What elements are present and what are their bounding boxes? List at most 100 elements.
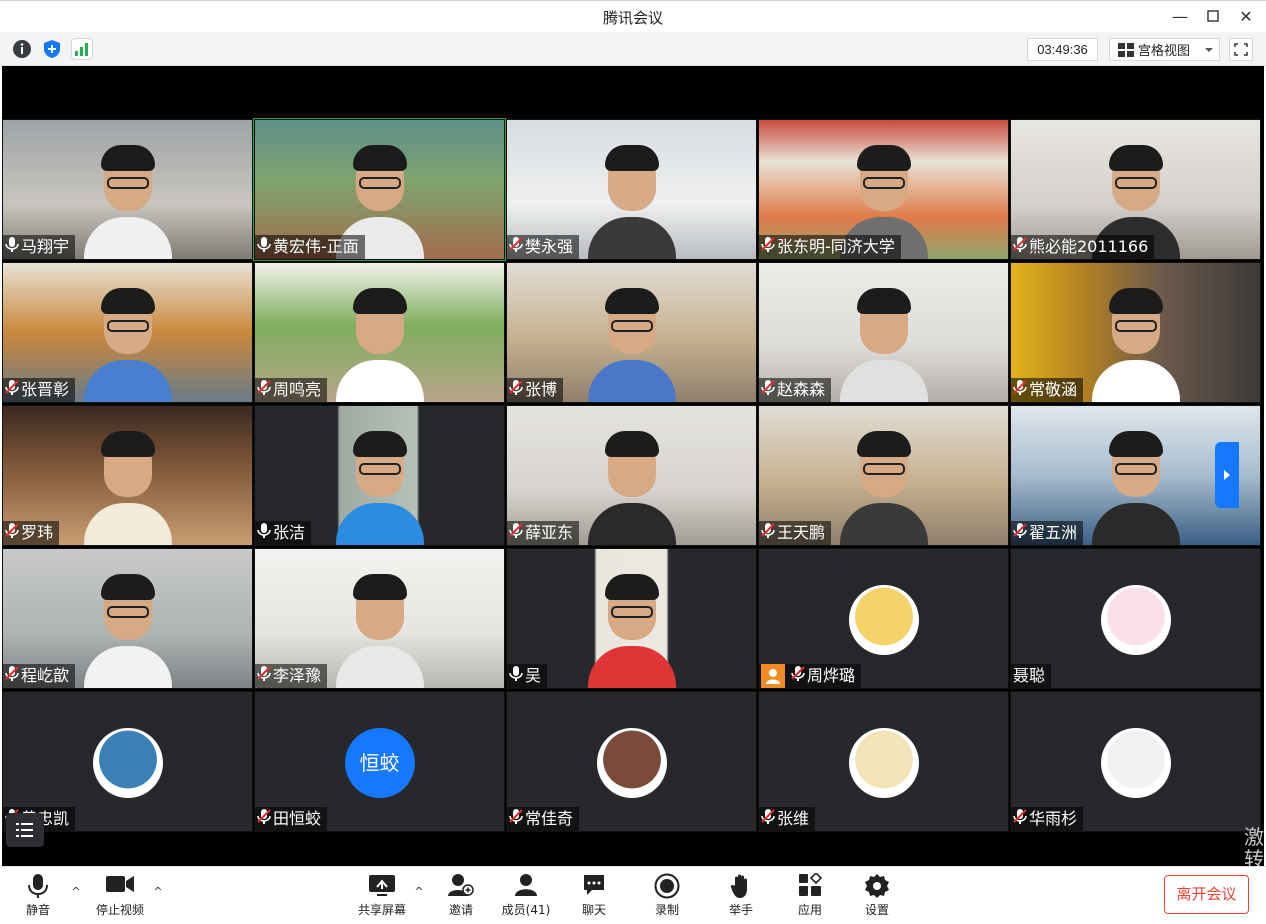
participant-name: 周鸣亮 (273, 380, 322, 399)
participant-tile[interactable]: 马翔宇 (2, 119, 253, 260)
avatar (596, 728, 667, 798)
participant-tile[interactable]: 华雨杉 (1010, 691, 1261, 832)
muted-microphone-icon (509, 807, 523, 831)
share-screen-label: 共享屏幕 (357, 903, 406, 917)
video-options-caret[interactable]: ^ (152, 885, 164, 898)
stop-video-label: 停止视频 (95, 903, 144, 917)
avatar (848, 728, 919, 798)
participant-tile[interactable]: 王天鹏 (758, 405, 1009, 546)
hand-icon (730, 874, 747, 898)
muted-microphone-icon (1013, 235, 1027, 259)
participant-video (80, 139, 176, 259)
network-quality-button[interactable] (71, 38, 93, 60)
participant-tile[interactable]: 周鸣亮 (254, 262, 505, 403)
meeting-info-bar: 03:49:36 宫格视图 (0, 32, 1266, 66)
muted-microphone-icon (761, 807, 775, 831)
microphone-icon (257, 235, 271, 259)
share-screen-button[interactable]: 共享屏幕 (350, 869, 414, 921)
muted-microphone-icon (1013, 521, 1027, 545)
view-mode-dropdown[interactable]: 宫格视图 (1109, 38, 1220, 61)
audio-options-caret[interactable]: ^ (70, 885, 82, 898)
participant-video (584, 568, 680, 688)
participant-name-tag: 周烨璐 (759, 664, 862, 688)
muted-microphone-icon (509, 235, 523, 259)
participant-tile[interactable]: 熊必能2011166 (1010, 119, 1261, 260)
participant-video (1088, 425, 1184, 545)
meeting-info-button[interactable] (11, 38, 33, 60)
participant-name-tag: 程屹歆 (3, 664, 76, 688)
share-options-caret[interactable]: ^ (413, 885, 425, 898)
mute-button[interactable]: 静音 (6, 869, 70, 921)
avatar (1100, 585, 1171, 655)
participant-tile[interactable]: 张东明-同济大学 (758, 119, 1009, 260)
participant-name-tag: 张晋彰 (3, 378, 76, 402)
settings-label: 设置 (864, 903, 889, 917)
participant-list-toggle[interactable] (6, 813, 44, 847)
next-page-arrow[interactable] (1215, 442, 1239, 508)
muted-microphone-icon (761, 521, 775, 545)
participant-tile[interactable]: 周烨璐 (758, 548, 1009, 689)
participant-name: 赵森森 (777, 380, 826, 399)
participant-video (80, 568, 176, 688)
chat-button[interactable]: 聊天 (562, 869, 626, 921)
participant-tile[interactable]: 罗玮 (2, 405, 253, 546)
participant-video (836, 282, 932, 402)
chat-icon (584, 875, 604, 895)
maximize-button[interactable] (1198, 4, 1228, 30)
participant-tile[interactable]: 黄忠凯 (2, 691, 253, 832)
participant-name: 周烨璐 (807, 666, 856, 685)
participant-name-tag: 赵森森 (759, 378, 832, 402)
muted-microphone-icon (5, 521, 19, 545)
participant-tile[interactable]: 张晋彰 (2, 262, 253, 403)
participant-tile[interactable]: 恒蛟 田恒蛟 (254, 691, 505, 832)
settings-button[interactable]: 设置 (845, 869, 909, 921)
participant-name-tag: 张洁 (255, 521, 312, 545)
participant-name: 田恒蛟 (273, 809, 322, 828)
participant-tile[interactable]: 张博 (506, 262, 757, 403)
participant-tile[interactable]: 樊永强 (506, 119, 757, 260)
avatar (848, 585, 919, 655)
invite-label: 邀请 (448, 903, 473, 917)
fullscreen-button[interactable] (1229, 38, 1253, 61)
participant-tile[interactable]: 张洁 (254, 405, 505, 546)
apps-button[interactable]: 应用 (778, 869, 842, 921)
close-button[interactable]: ✕ (1231, 4, 1261, 30)
participant-name-tag: 周鸣亮 (255, 378, 328, 402)
participant-tile[interactable]: 李泽豫 (254, 548, 505, 689)
leave-meeting-button[interactable]: 离开会议 (1164, 875, 1249, 914)
participant-tile[interactable]: 常佳奇 (506, 691, 757, 832)
participant-tile[interactable]: 黄宏伟-正面 (253, 118, 506, 261)
shield-icon (44, 40, 60, 58)
participant-name-tag: 李泽豫 (255, 664, 328, 688)
participant-name-tag: 常敬涵 (1011, 378, 1084, 402)
participant-name-tag: 聂聪 (1011, 664, 1052, 688)
participant-name: 华雨杉 (1029, 809, 1078, 828)
security-button[interactable] (41, 38, 63, 60)
participant-tile[interactable]: 赵森森 (758, 262, 1009, 403)
participant-name-tag: 薛亚东 (507, 521, 580, 545)
participant-name: 常敬涵 (1029, 380, 1078, 399)
stop-video-button[interactable]: 停止视频 (88, 869, 152, 921)
participant-tile[interactable]: 吴 (506, 548, 757, 689)
chat-label: 聊天 (581, 903, 606, 917)
host-badge-icon (761, 664, 785, 688)
participant-name: 李泽豫 (273, 666, 322, 685)
raise-hand-button[interactable]: 举手 (709, 869, 773, 921)
participant-tile[interactable]: 常敬涵 (1010, 262, 1261, 403)
participant-tile[interactable]: 程屹歆 (2, 548, 253, 689)
minimize-button[interactable]: — (1165, 4, 1195, 30)
participant-name: 张博 (525, 380, 558, 399)
participant-tile[interactable]: 薛亚东 (506, 405, 757, 546)
gear-icon (865, 874, 889, 898)
members-button[interactable]: 成员(41) (494, 869, 558, 921)
muted-microphone-icon (509, 521, 523, 545)
muted-microphone-icon (257, 664, 271, 688)
mute-label: 静音 (25, 903, 50, 917)
participant-tile[interactable]: 张维 (758, 691, 1009, 832)
participant-tile[interactable]: 聂聪 (1010, 548, 1261, 689)
record-button[interactable]: 录制 (635, 869, 699, 921)
invite-button[interactable]: 邀请 (429, 869, 493, 921)
participant-name: 聂聪 (1013, 666, 1046, 685)
signal-icon (75, 43, 88, 56)
participant-name: 常佳奇 (525, 809, 574, 828)
